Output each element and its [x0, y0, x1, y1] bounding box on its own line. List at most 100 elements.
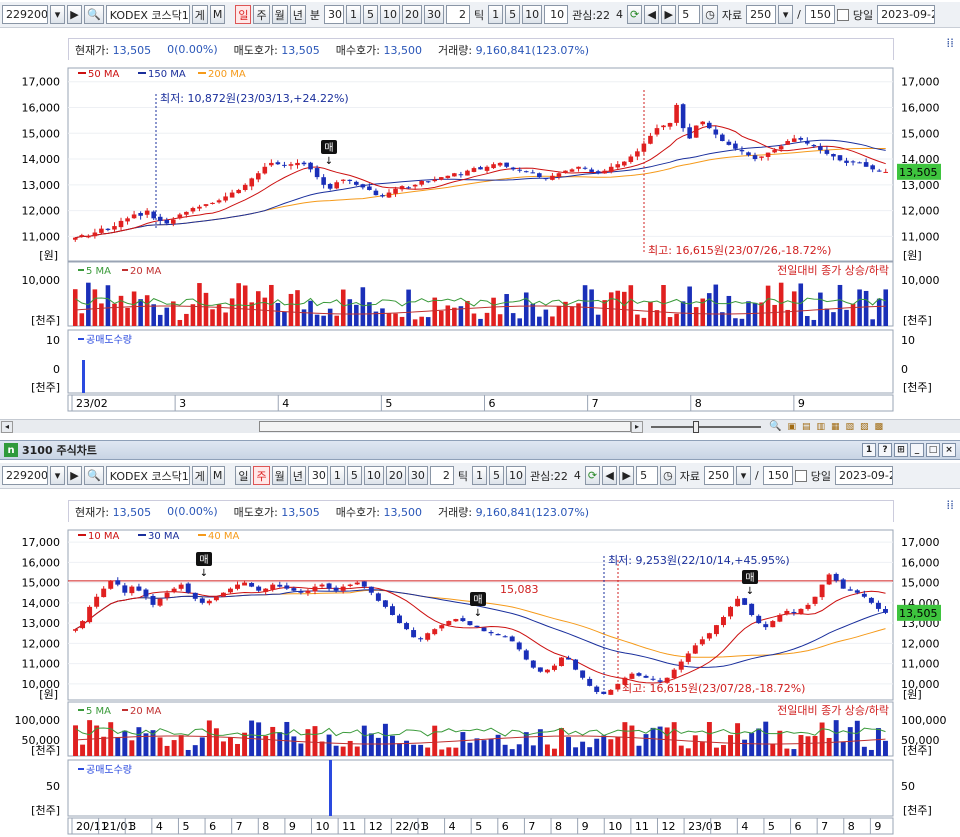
window-number-button[interactable]: 1 [862, 443, 876, 457]
display-count-input[interactable]: 150 [804, 5, 835, 24]
interval-5-button[interactable]: 5 [362, 5, 378, 24]
candle-body [474, 625, 480, 628]
tick-10-button-2[interactable]: 10 [505, 466, 526, 485]
daily-candlestick-chart[interactable]: 17,000 17,000 16,000 16,000 15,000 15,000 14,0… [0, 28, 960, 419]
code-dropdown-button[interactable]: ▾ [50, 5, 65, 24]
data-count-dropdown-2[interactable]: ▾ [735, 466, 751, 485]
interval-1-button[interactable]: 1 [345, 5, 361, 24]
candle-body [759, 156, 764, 158]
prev-button[interactable]: ◀ [644, 5, 660, 24]
tick-10-button[interactable]: 10 [522, 5, 543, 24]
interval-10-button-2[interactable]: 10 [363, 466, 384, 485]
code-dropdown-button-2[interactable]: ▾ [50, 466, 65, 485]
tick-input[interactable]: 2 [445, 5, 470, 24]
short-selling-bar [329, 760, 332, 816]
next-arrow-button-2[interactable]: ▶ [67, 466, 82, 485]
volume-bar [777, 730, 783, 756]
zoom-slider[interactable] [651, 420, 761, 433]
chart-scrollbar[interactable]: ◂ ▸ 🔍 ▣▤▥▦▧▨▩ [0, 419, 960, 433]
period-month-button[interactable]: 월 [271, 5, 288, 24]
candle-body [122, 585, 128, 593]
m-button-2[interactable]: M [209, 466, 226, 485]
tick-5-button[interactable]: 5 [505, 5, 521, 24]
data-count-dropdown[interactable]: ▾ [778, 5, 794, 24]
clock-button-2[interactable]: ◷ [660, 466, 676, 485]
tick-1-button-2[interactable]: 1 [471, 466, 487, 485]
minute-input-2[interactable]: 30 [307, 466, 328, 485]
display-count-input-2[interactable]: 150 [762, 466, 793, 485]
board-button[interactable]: 게 [191, 5, 208, 24]
refresh-button[interactable]: ⟳ [627, 5, 643, 24]
interval-10-button[interactable]: 10 [379, 5, 400, 24]
date-input-2[interactable]: 2023-09-2 [834, 466, 893, 485]
stock-code-input[interactable]: 229200 [2, 5, 48, 24]
window-minimize-button[interactable]: _ [910, 443, 924, 457]
today-checkbox[interactable] [836, 8, 849, 21]
interval-20-button[interactable]: 20 [401, 5, 422, 24]
candle-body [467, 621, 473, 626]
window-help-button[interactable]: ? [878, 443, 892, 457]
data-count-select-2[interactable]: 250 [703, 466, 734, 485]
minute-input[interactable]: 30 [323, 5, 344, 24]
interval-20-button-2[interactable]: 20 [385, 466, 406, 485]
volume-bar [635, 314, 640, 326]
candle-body [125, 218, 130, 222]
interval-1-button-2[interactable]: 1 [329, 466, 345, 485]
refresh-icon: ⟳ [630, 8, 640, 21]
zoom-slider-handle[interactable] [693, 420, 699, 433]
candle-body [550, 175, 555, 180]
period-year-button[interactable]: 년 [289, 5, 306, 24]
volume-bar [643, 734, 649, 756]
interval-30-button-2[interactable]: 30 [407, 466, 428, 485]
scroll-track[interactable] [13, 422, 259, 432]
candle-body [249, 178, 255, 187]
window-close-button[interactable]: × [942, 443, 956, 457]
period-day-button-2[interactable]: 일 [235, 466, 252, 485]
search-button-2[interactable]: 🔍 [84, 466, 104, 485]
next-button-2[interactable]: ▶ [619, 466, 635, 485]
prev-button-2[interactable]: ◀ [602, 466, 618, 485]
stock-code-input-2[interactable]: 229200 [2, 466, 48, 485]
volume-bar [530, 745, 536, 756]
tick-input-2[interactable]: 2 [429, 466, 454, 485]
clock-button[interactable]: ◷ [702, 5, 718, 24]
candle-body [687, 127, 692, 139]
tick-1-button[interactable]: 1 [488, 5, 504, 24]
next-arrow-button[interactable]: ▶ [67, 5, 82, 24]
data-count-select[interactable]: 250 [746, 5, 777, 24]
step-input[interactable]: 5 [678, 5, 701, 24]
period-day-button[interactable]: 일 [235, 5, 252, 24]
window-layout-button[interactable]: ⊞ [894, 443, 908, 457]
interval-5-button-2[interactable]: 5 [346, 466, 362, 485]
scroll-right-icon[interactable]: ▸ [631, 420, 643, 433]
tick-extra-input[interactable]: 10 [544, 5, 569, 24]
period-week-button[interactable]: 주 [253, 5, 270, 24]
zoom-icon[interactable]: 🔍 [769, 421, 781, 432]
search-button[interactable]: 🔍 [84, 5, 104, 24]
tick-5-button-2[interactable]: 5 [488, 466, 504, 485]
window-title-bar[interactable]: n 3100 주식차트 1 ? ⊞ _ □ × [0, 440, 960, 460]
weekly-candlestick-chart[interactable]: 17,000 17,000 16,000 16,000 15,000 15,000 14,0… [0, 490, 960, 837]
tool-icons[interactable]: ▣▤▥▦▧▨▩ [787, 422, 889, 432]
scroll-left-icon[interactable]: ◂ [1, 420, 13, 433]
next-button[interactable]: ▶ [661, 5, 677, 24]
interval-30-button[interactable]: 30 [423, 5, 444, 24]
x-tick-label: 9 [289, 820, 296, 833]
period-year-button-2[interactable]: 년 [289, 466, 306, 485]
scroll-thumb[interactable] [259, 421, 631, 432]
refresh-button-2[interactable]: ⟳ [584, 466, 601, 485]
m-button[interactable]: M [209, 5, 226, 24]
volume-bar [220, 741, 226, 756]
date-input[interactable]: 2023-09-2 [877, 5, 936, 24]
candle-body [602, 170, 607, 174]
window-maximize-button[interactable]: □ [926, 443, 940, 457]
volume-bar [131, 291, 137, 326]
board-button-2[interactable]: 게 [191, 466, 208, 485]
today-checkbox-2[interactable] [794, 469, 807, 482]
candle-body [192, 592, 198, 599]
triangle-right-icon: ▶ [622, 469, 631, 482]
step-input-2[interactable]: 5 [636, 466, 659, 485]
period-month-button-2[interactable]: 월 [271, 466, 288, 485]
period-week-button-2[interactable]: 주 [253, 466, 270, 485]
candle-body [746, 152, 751, 156]
